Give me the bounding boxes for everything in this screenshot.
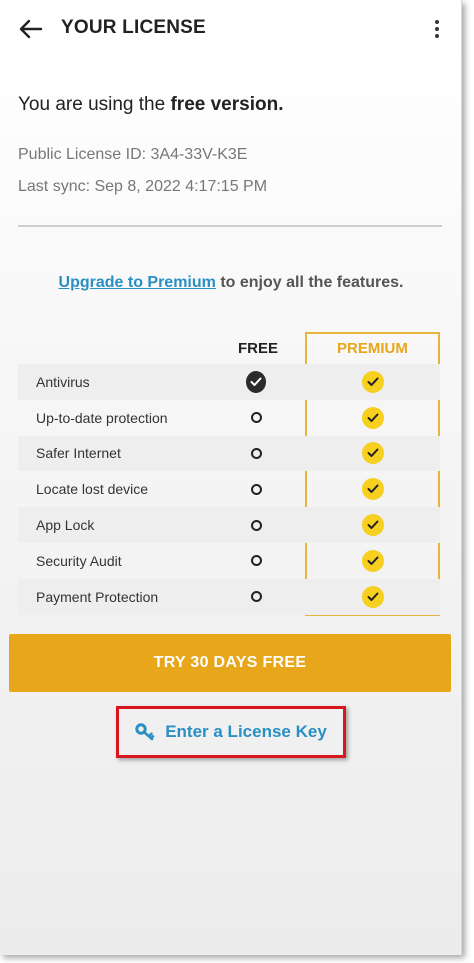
free-feature-cell [246,370,266,393]
arrow-left-icon [19,19,43,39]
premium-feature-cell [362,478,384,501]
feature-label: Payment Protection [36,588,159,605]
table-row: Antivirus [18,364,440,400]
free-feature-cell [246,587,266,607]
premium-feature-cell [362,549,384,572]
feature-label: App Lock [36,517,95,534]
table-row: Security Audit [18,543,440,579]
check-circle-icon [362,514,384,537]
premium-feature-cell [362,406,384,429]
premium-feature-cell [362,370,384,393]
divider [18,225,442,227]
feature-comparison-table: Antivirus Up-to-date protection Safer Inte… [18,364,440,615]
free-feature-cell [246,408,266,428]
license-status-text: You are using the free version. [18,94,283,116]
table-row: App Lock [18,507,440,543]
app-bar: YOUR LICENSE [0,0,462,58]
table-row: Safer Internet [18,435,440,472]
premium-feature-cell [362,442,384,465]
premium-column-header: PREMIUM [337,340,408,357]
try-30-days-free-button[interactable]: TRY 30 DAYS FREE [9,634,451,692]
feature-label: Antivirus [36,373,90,390]
premium-feature-cell [362,585,384,608]
license-key-highlight: Enter a License Key [116,706,346,758]
status-emphasis: free version. [170,94,284,115]
empty-circle-icon [250,519,262,531]
table-row: Up-to-date protection [18,400,440,436]
check-circle-icon [362,549,384,572]
free-feature-cell [246,443,266,463]
table-row: Payment Protection [18,578,440,615]
more-options-button[interactable] [427,15,447,43]
empty-circle-icon [250,447,262,459]
last-sync: Last sync: Sep 8, 2022 4:17:15 PM [18,178,268,195]
public-license-id: Public License ID: 3A4-33V-K3E [18,146,248,163]
check-circle-icon [362,478,384,501]
upgrade-prompt: Upgrade to Premium to enjoy all the feat… [0,274,462,292]
license-screen: YOUR LICENSE You are using the free vers… [0,0,462,955]
back-button[interactable] [16,15,46,43]
feature-label: Security Audit [36,552,122,569]
check-circle-icon [362,442,384,465]
free-feature-cell [246,515,266,535]
free-feature-cell [246,551,266,571]
empty-circle-icon [250,555,262,567]
empty-circle-icon [250,412,262,424]
enter-license-key-label: Enter a License Key [165,722,327,741]
feature-label: Up-to-date protection [36,409,168,426]
upgrade-prompt-rest: to enjoy all the features. [215,274,404,291]
page-title: YOUR LICENSE [61,17,206,38]
check-circle-icon [362,585,384,608]
enter-license-key-button[interactable]: Enter a License Key [119,709,343,755]
table-row: Locate lost device [18,471,440,507]
check-circle-icon [362,370,384,393]
check-circle-icon [362,406,384,429]
more-vertical-icon [435,20,439,24]
free-column-header: FREE [238,340,279,357]
feature-label: Locate lost device [36,481,149,498]
feature-label: Safer Internet [36,445,121,462]
check-circle-icon [246,370,266,393]
key-icon [135,723,155,741]
free-feature-cell [246,479,266,499]
premium-feature-cell [362,514,384,537]
upgrade-to-premium-link[interactable]: Upgrade to Premium [59,274,216,291]
empty-circle-icon [250,483,262,495]
empty-circle-icon [250,591,262,603]
status-prefix: You are using the [18,94,171,115]
